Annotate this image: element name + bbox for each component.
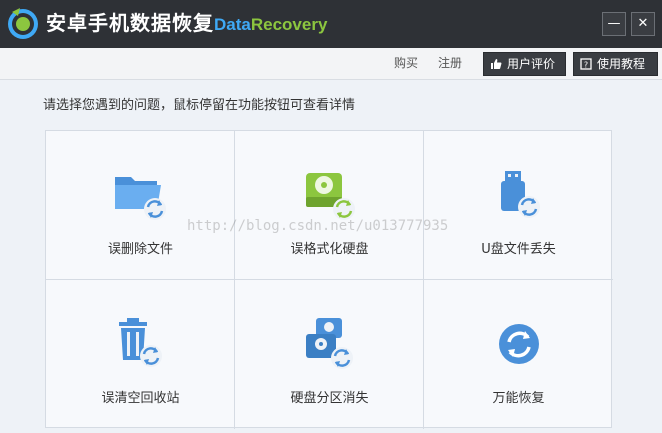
watermark-text: http://blog.csdn.net/u013777935 (187, 218, 449, 234)
svg-text:?: ? (584, 60, 588, 69)
help-book-icon: ? (580, 58, 592, 70)
brand-logo: DataRecovery (214, 14, 327, 36)
brand-data: Data (214, 15, 251, 34)
tile-label: 硬盘分区消失 (290, 391, 369, 406)
tile-label: 万能恢复 (492, 391, 545, 406)
recovery-options-grid: 误删除文件 误格式化硬盘 U盘文件丢失 误清空回收站 硬盘分区消失 万能恢复 (45, 130, 613, 429)
close-button[interactable]: ✕ (631, 12, 655, 36)
usb-recover-icon (501, 171, 540, 218)
app-logo-icon (8, 8, 38, 39)
register-link[interactable]: 注册 (438, 55, 462, 71)
tile-universal-recovery[interactable]: 万能恢复 (424, 280, 613, 429)
minimize-button[interactable]: — (602, 12, 626, 36)
top-toolbar: 购买 注册 用户评价 ? 使用教程 (0, 48, 662, 80)
app-title: 安卓手机数据恢复 (46, 11, 214, 35)
tutorial-label: 使用教程 (597, 57, 646, 71)
partition-recover-icon (306, 318, 353, 369)
buy-link[interactable]: 购买 (394, 55, 418, 71)
tile-usb-lost[interactable]: U盘文件丢失 (424, 131, 613, 280)
thumbs-up-icon (491, 59, 502, 69)
tile-formatted-disk[interactable]: 误格式化硬盘 (235, 131, 424, 280)
instruction-text: 请选择您遇到的问题，鼠标停留在功能按钮可查看详情 (43, 98, 356, 113)
tile-recycle-bin[interactable]: 误清空回收站 (46, 280, 235, 429)
title-bar: 安卓手机数据恢复 DataRecovery — ✕ (0, 0, 662, 48)
tile-partition-lost[interactable]: 硬盘分区消失 (235, 280, 424, 429)
tile-label: 误删除文件 (107, 242, 173, 257)
tile-label: U盘文件丢失 (481, 242, 556, 257)
tile-deleted-files[interactable]: 误删除文件 (46, 131, 235, 280)
disk-recover-icon (306, 173, 355, 220)
universal-recover-icon (499, 324, 539, 364)
trash-recover-icon (119, 318, 162, 367)
brand-recovery: Recovery (250, 15, 328, 34)
tutorial-button[interactable]: ? 使用教程 (573, 52, 658, 76)
user-review-label: 用户评价 (507, 57, 556, 71)
folder-recover-icon (115, 177, 166, 220)
user-review-button[interactable]: 用户评价 (483, 52, 566, 76)
tile-label: 误格式化硬盘 (290, 242, 369, 257)
tile-label: 误清空回收站 (101, 391, 180, 406)
